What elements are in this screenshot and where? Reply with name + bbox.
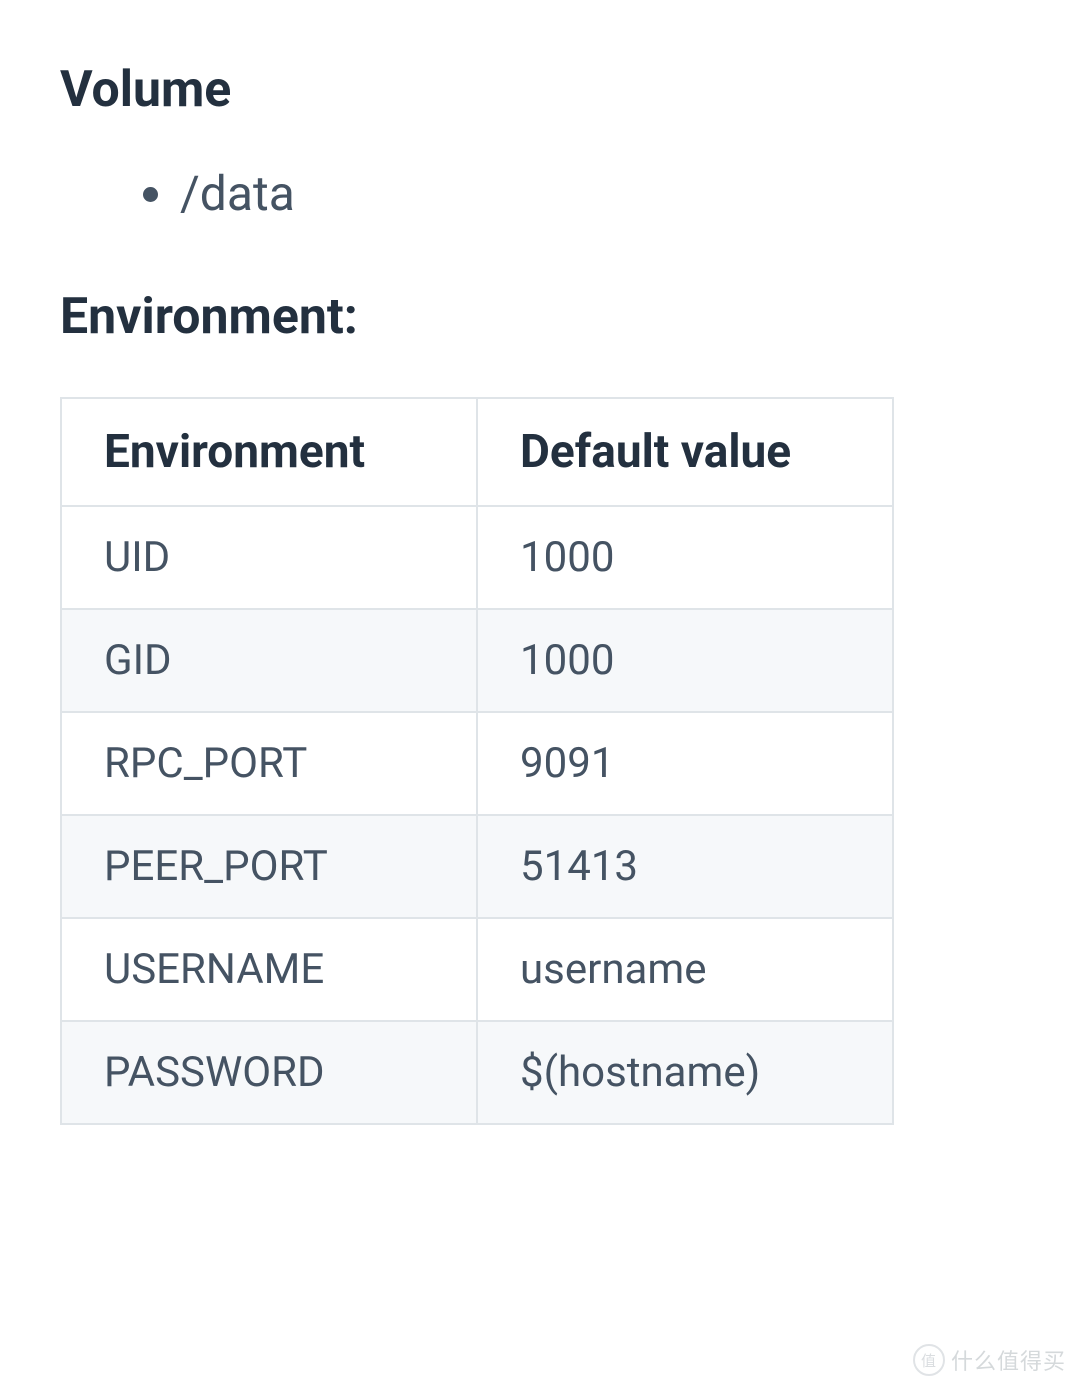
watermark: 值 什么值得买 — [913, 1344, 1066, 1376]
env-name: UID — [61, 506, 477, 609]
table-row: PEER_PORT 51413 — [61, 815, 893, 918]
env-name: PASSWORD — [61, 1021, 477, 1124]
env-value: 1000 — [477, 609, 893, 712]
environment-heading: Environment: — [60, 287, 1020, 347]
environment-table: Environment Default value UID 1000 GID 1… — [60, 397, 894, 1125]
col-default-value: Default value — [477, 398, 893, 506]
table-row: UID 1000 — [61, 506, 893, 609]
watermark-icon: 值 — [913, 1344, 945, 1376]
env-value: 1000 — [477, 506, 893, 609]
env-name: PEER_PORT — [61, 815, 477, 918]
env-name: GID — [61, 609, 477, 712]
volume-list: /data — [60, 160, 1020, 227]
document-body: Volume /data Environment: Environment De… — [0, 0, 1080, 1125]
table-row: RPC_PORT 9091 — [61, 712, 893, 815]
volume-heading: Volume — [60, 60, 1020, 120]
watermark-text: 什么值得买 — [951, 1344, 1066, 1376]
env-value: 9091 — [477, 712, 893, 815]
env-name: USERNAME — [61, 918, 477, 1021]
table-header-row: Environment Default value — [61, 398, 893, 506]
col-environment: Environment — [61, 398, 477, 506]
env-value: username — [477, 918, 893, 1021]
env-value: 51413 — [477, 815, 893, 918]
env-name: RPC_PORT — [61, 712, 477, 815]
table-row: PASSWORD $(hostname) — [61, 1021, 893, 1124]
env-value: $(hostname) — [477, 1021, 893, 1124]
volume-item: /data — [180, 160, 1020, 227]
table-row: USERNAME username — [61, 918, 893, 1021]
table-row: GID 1000 — [61, 609, 893, 712]
